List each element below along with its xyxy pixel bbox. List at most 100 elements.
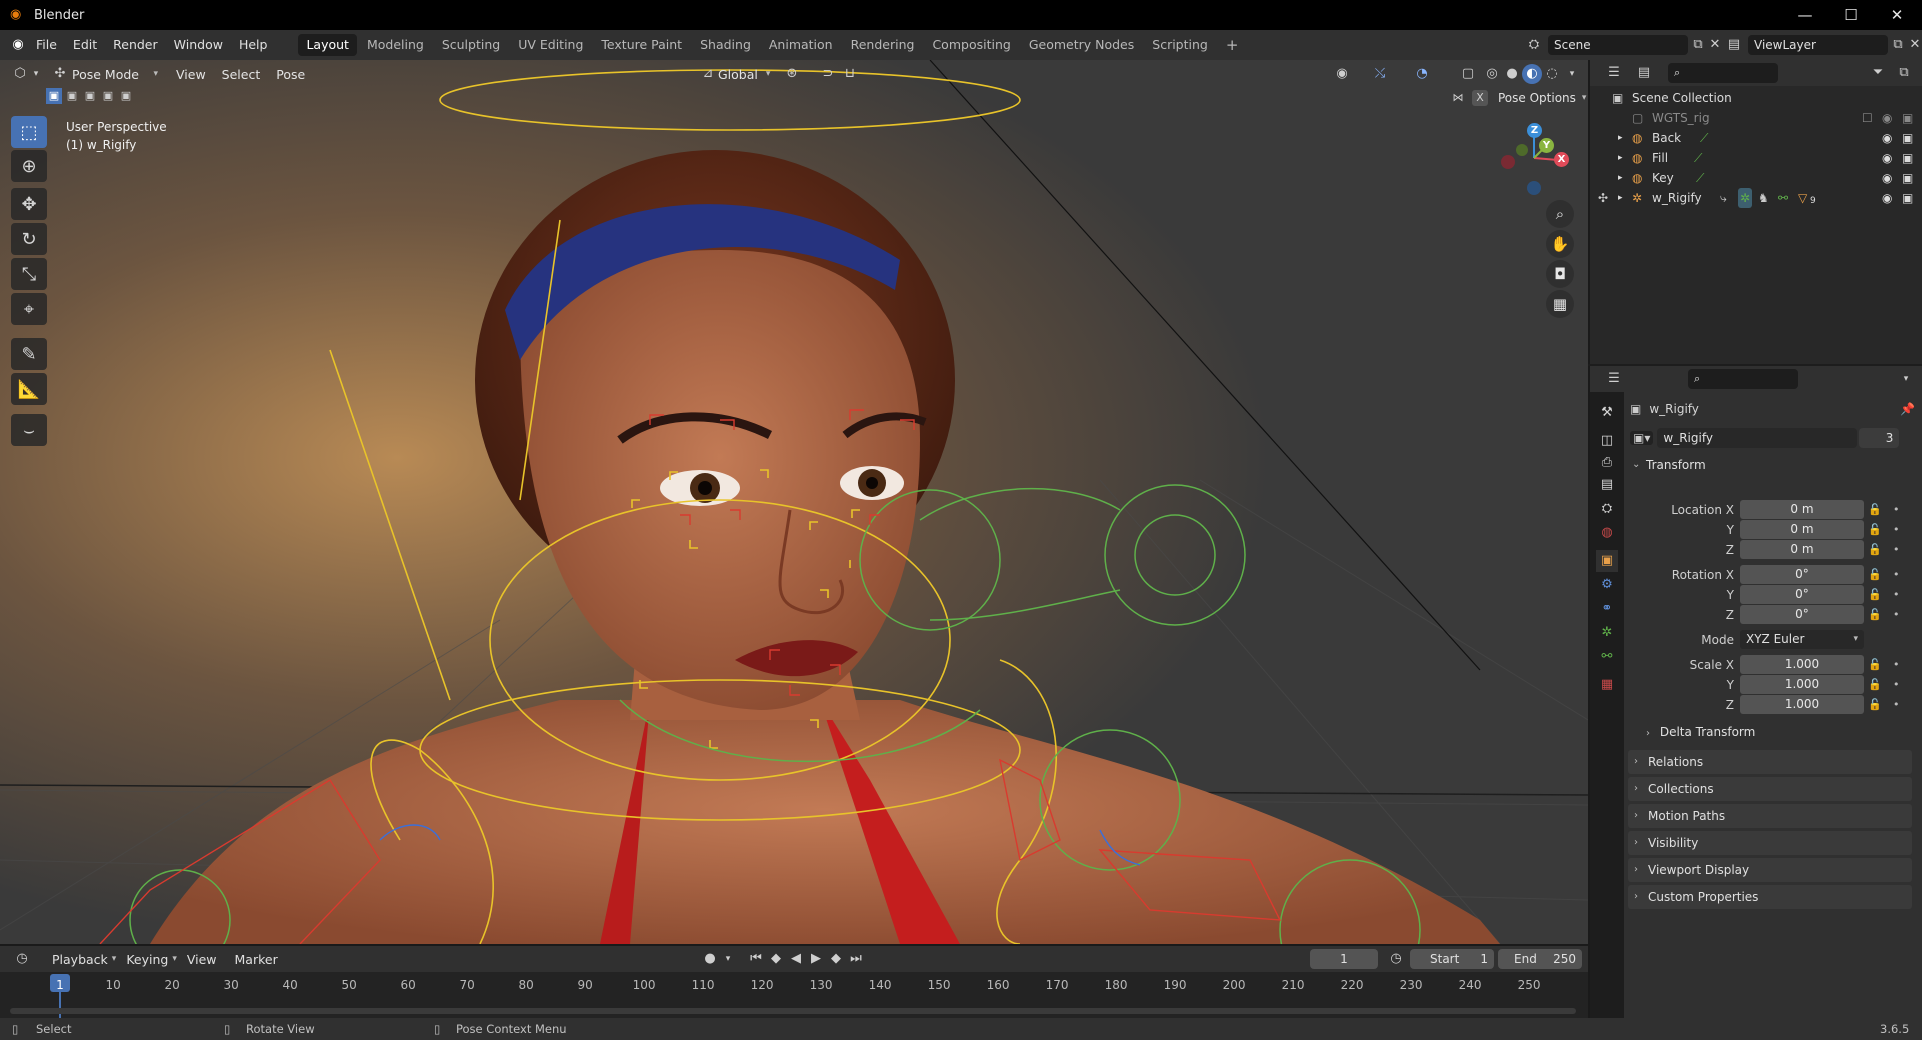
- rotation-z-field[interactable]: 0°: [1740, 605, 1864, 624]
- tab-layout[interactable]: Layout: [298, 34, 357, 56]
- wireframe-shading-icon[interactable]: ◎: [1482, 64, 1502, 84]
- select-invert-icon[interactable]: ▣: [100, 88, 116, 104]
- close-button[interactable]: ✕: [1874, 0, 1920, 30]
- new-scene-icon[interactable]: ⧉: [1688, 35, 1708, 55]
- panel-custom-properties[interactable]: › Custom Properties: [1628, 885, 1912, 909]
- outliner-row-scene-collection[interactable]: ▣ Scene Collection: [1590, 88, 1922, 108]
- object-tab-icon[interactable]: ▣: [1596, 550, 1618, 572]
- tool-relax-pose[interactable]: ⌣: [11, 414, 47, 446]
- play-reverse-icon[interactable]: ◀: [786, 949, 806, 969]
- lock-icon[interactable]: 🔓: [1868, 695, 1882, 714]
- select-extend-icon[interactable]: ▣: [64, 88, 80, 104]
- overlays-icon[interactable]: ◔: [1412, 64, 1432, 84]
- solid-shading-icon[interactable]: ●: [1502, 64, 1522, 84]
- lock-icon[interactable]: 🔓: [1868, 540, 1882, 559]
- render-tab-icon[interactable]: ◫: [1596, 430, 1618, 452]
- zoom-button[interactable]: ⌕: [1546, 200, 1574, 228]
- scene-name-field[interactable]: Scene: [1548, 35, 1688, 55]
- tool-select-box[interactable]: ⬚: [11, 116, 47, 148]
- end-frame-field[interactable]: End 250: [1498, 949, 1582, 969]
- outliner-row-w-rigify[interactable]: ✣ ▸ ✲ w_Rigify ⤷ ✲ ♞ ⚯ ▽ 9 ◉ ▣: [1590, 188, 1922, 208]
- keyframe-dot-icon[interactable]: •: [1893, 695, 1901, 714]
- rotation-y-field[interactable]: 0°: [1740, 585, 1864, 604]
- scale-z-field[interactable]: 1.000: [1740, 695, 1864, 714]
- tool-cursor[interactable]: ⊕: [11, 150, 47, 182]
- gizmo-y-axis[interactable]: Y: [1539, 138, 1554, 153]
- view-layer-tab-icon[interactable]: ▤: [1596, 474, 1618, 496]
- location-z-field[interactable]: 0 m: [1740, 540, 1864, 559]
- panel-viewport-display[interactable]: › Viewport Display: [1628, 858, 1912, 882]
- filter-icon[interactable]: ⏷: [1868, 63, 1888, 83]
- modifiers-tab-icon[interactable]: ⚙: [1596, 574, 1618, 596]
- menu-edit[interactable]: Edit: [65, 30, 105, 60]
- world-tab-icon[interactable]: ◍: [1596, 522, 1618, 544]
- timeline-menu-view[interactable]: View: [187, 952, 217, 967]
- panel-visibility[interactable]: › Visibility: [1628, 831, 1912, 855]
- constraints-tab-icon[interactable]: ⚭: [1596, 598, 1618, 620]
- outliner-row-fill[interactable]: ▸ ◍ Fill ⟋ ◉ ▣: [1590, 148, 1922, 168]
- timeline-menu-keying[interactable]: Keying: [126, 952, 168, 967]
- pivot-icon[interactable]: ⊛: [782, 64, 802, 84]
- scene-icon[interactable]: ⛭: [1524, 35, 1544, 55]
- chevron-down-icon[interactable]: ▾: [30, 64, 42, 84]
- timeline-menu-playback[interactable]: Playback: [52, 952, 108, 967]
- pan-button[interactable]: ✋: [1546, 230, 1574, 258]
- pin-icon[interactable]: 📌: [1900, 402, 1915, 416]
- jump-end-icon[interactable]: ⏭: [846, 949, 866, 969]
- tab-texture-paint[interactable]: Texture Paint: [593, 34, 690, 56]
- datablock-browse-icon[interactable]: ▣▾: [1630, 431, 1654, 445]
- tool-tab-icon[interactable]: ⚒: [1596, 402, 1618, 424]
- tab-geometry-nodes[interactable]: Geometry Nodes: [1021, 34, 1142, 56]
- tool-rotate[interactable]: ↻: [11, 223, 47, 255]
- lock-icon[interactable]: 🔓: [1868, 675, 1882, 694]
- tool-annotate[interactable]: ✎: [11, 338, 47, 370]
- delta-transform-subpanel[interactable]: › Delta Transform: [1646, 725, 1755, 739]
- viewport-menu-pose[interactable]: Pose: [268, 67, 313, 82]
- eye-icon[interactable]: ◉: [1882, 128, 1892, 148]
- scale-y-field[interactable]: 1.000: [1740, 675, 1864, 694]
- chevron-down-icon[interactable]: ▾: [718, 949, 738, 969]
- start-frame-field[interactable]: Start 1: [1410, 949, 1494, 969]
- 3d-viewport[interactable]: ⬡ ▾ ✣ Pose Mode ▾ View Select Pose ⊿ Glo…: [0, 60, 1588, 944]
- material-shading-icon[interactable]: ◐: [1522, 64, 1542, 84]
- tool-scale[interactable]: ⤡: [11, 258, 47, 290]
- eye-icon[interactable]: ◉: [1882, 168, 1892, 188]
- keyframe-dot-icon[interactable]: •: [1893, 540, 1901, 559]
- scene-tab-icon[interactable]: ⛭: [1596, 498, 1618, 520]
- camera-render-icon[interactable]: ▣: [1902, 128, 1913, 148]
- next-keyframe-icon[interactable]: ◆: [826, 949, 846, 969]
- tab-shading[interactable]: Shading: [692, 34, 759, 56]
- delete-view-layer-icon[interactable]: ✕: [1908, 35, 1922, 55]
- tab-rendering[interactable]: Rendering: [843, 34, 923, 56]
- lock-icon[interactable]: 🔓: [1868, 565, 1882, 584]
- select-subtract-icon[interactable]: ▣: [82, 88, 98, 104]
- expand-arrow-icon[interactable]: ▸: [1618, 148, 1623, 168]
- current-frame-field[interactable]: 1: [1310, 949, 1378, 969]
- ortho-toggle-button[interactable]: ▦: [1546, 290, 1574, 318]
- play-icon[interactable]: ▶: [806, 949, 826, 969]
- delete-scene-icon[interactable]: ✕: [1708, 35, 1722, 55]
- expand-arrow-icon[interactable]: ▸: [1618, 168, 1623, 188]
- navigation-gizmo[interactable]: Z X Y: [1496, 116, 1576, 196]
- timeline-editor-icon[interactable]: ◷: [12, 949, 32, 969]
- gizmo-z-axis[interactable]: Z: [1527, 123, 1542, 138]
- expand-arrow-icon[interactable]: ▸: [1618, 188, 1623, 208]
- camera-render-icon[interactable]: ▣: [1902, 188, 1913, 208]
- jump-start-icon[interactable]: ⏮: [746, 949, 766, 969]
- menu-help[interactable]: Help: [231, 30, 276, 60]
- properties-search-input[interactable]: ⌕: [1688, 369, 1798, 389]
- keyframe-dot-icon[interactable]: •: [1893, 655, 1901, 674]
- timeline-menu-marker[interactable]: Marker: [235, 952, 278, 967]
- transform-panel-header[interactable]: ⌄ Transform: [1628, 454, 1912, 476]
- armature-data-tab-icon[interactable]: ✲: [1596, 622, 1618, 644]
- eye-icon[interactable]: ◉: [1882, 148, 1892, 168]
- texture-tab-icon[interactable]: ▦: [1596, 674, 1618, 696]
- editor-type-icon[interactable]: ⬡: [10, 64, 30, 84]
- lock-icon[interactable]: 🔓: [1868, 605, 1882, 624]
- tool-transform[interactable]: ⌖: [11, 293, 47, 325]
- datablock-name-field[interactable]: w_Rigify: [1657, 428, 1858, 448]
- record-icon[interactable]: ●: [700, 949, 720, 969]
- rotation-x-field[interactable]: 0°: [1740, 565, 1864, 584]
- view-layer-icon[interactable]: ▤: [1724, 35, 1744, 55]
- gizmo-toggle-icon[interactable]: ⤯: [1370, 64, 1390, 84]
